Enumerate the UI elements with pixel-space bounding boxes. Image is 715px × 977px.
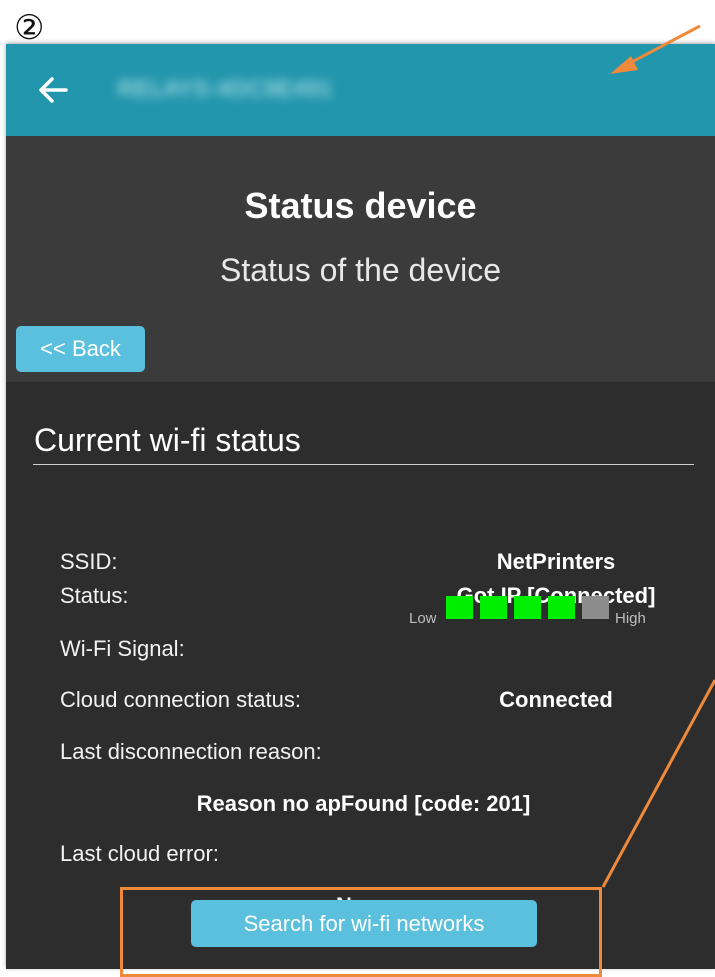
ssid-label: SSID: [60,549,118,574]
page-header: Status device Status of the device << Ba… [6,136,715,382]
cloud-connection-label: Cloud connection status: [60,687,301,712]
arrow-left-icon[interactable] [36,74,70,106]
signal-bar-2 [480,596,507,619]
status-label: Status: [60,583,129,608]
signal-low-label: Low [409,610,437,627]
last-disconnection-value: Reason no apFound [code: 201] [196,791,531,816]
section-title: Current wi-fi status [34,422,301,458]
last-cloud-error-label: Last cloud error: [60,841,219,866]
app-bar: RELAYS-4DC9E491 [6,44,715,136]
step-number-marker: ② [14,8,45,48]
back-button[interactable]: << Back [16,326,145,372]
signal-high-label: High [615,610,646,627]
page-title: Status device [244,185,477,226]
wifi-status-panel: Current wi-fi status SSID: NetPrinters S… [6,382,715,969]
signal-bar-1 [446,596,473,619]
cloud-connection-value: Connected [499,687,613,712]
device-screen: RELAYS-4DC9E491 Status device Status of … [6,44,715,969]
page-subtitle: Status of the device [219,252,502,288]
wifi-signal-label: Wi-Fi Signal: [60,636,185,661]
section-divider [33,464,694,465]
signal-bar-5 [582,596,609,619]
signal-bar-4 [548,596,575,619]
last-disconnection-label: Last disconnection reason: [60,739,322,764]
wifi-signal-meter: Low High [409,596,659,630]
device-name: RELAYS-4DC9E491 [118,76,334,101]
signal-bar-3 [514,596,541,619]
callout-highlight-box [120,887,602,977]
ssid-value: NetPrinters [496,549,616,574]
